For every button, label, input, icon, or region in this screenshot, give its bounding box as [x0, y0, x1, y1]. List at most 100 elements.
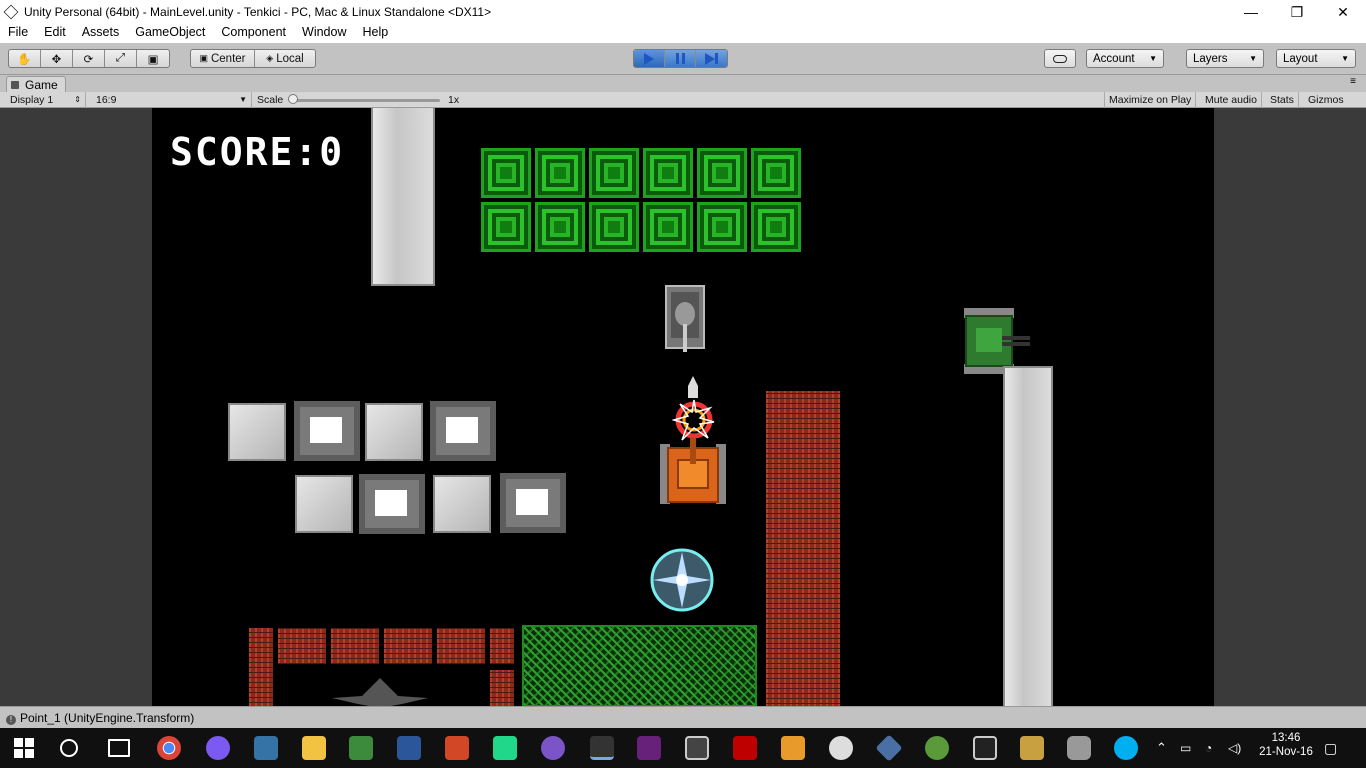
- task-view-icon[interactable]: [108, 739, 130, 757]
- chevron-down-icon: ▼: [1341, 54, 1349, 63]
- game-canvas[interactable]: SCORE:0: [152, 108, 1214, 706]
- step-button[interactable]: [696, 50, 727, 67]
- chevron-down-icon: ▼: [1249, 54, 1257, 63]
- skype-icon[interactable]: [1114, 736, 1138, 760]
- pycharm-icon[interactable]: [493, 736, 517, 760]
- pivot-center-button[interactable]: ▣ Center: [191, 50, 255, 67]
- move-tool-icon[interactable]: ✥: [41, 50, 73, 67]
- step-icon: [705, 52, 715, 65]
- aspect-dropdown[interactable]: 16:9 ▼: [92, 92, 252, 108]
- cloud-button[interactable]: [1044, 49, 1076, 68]
- terminal-icon[interactable]: [973, 736, 997, 760]
- menu-edit[interactable]: Edit: [36, 24, 74, 43]
- clock[interactable]: 13:46 21-Nov-16: [1252, 728, 1320, 768]
- scale-slider-track[interactable]: [292, 99, 440, 102]
- database-icon[interactable]: [1067, 736, 1091, 760]
- snipping-tool-icon[interactable]: [829, 736, 853, 760]
- battery-icon[interactable]: ▭: [1180, 728, 1191, 768]
- notifications-icon[interactable]: ▢: [1324, 728, 1337, 768]
- eagle-base: [332, 678, 428, 706]
- steel-block: [433, 475, 491, 533]
- visual-studio-icon[interactable]: [637, 736, 661, 760]
- sublime-icon[interactable]: [781, 736, 805, 760]
- file-explorer-icon[interactable]: [302, 736, 326, 760]
- menu-file[interactable]: File: [0, 24, 36, 43]
- mute-audio-toggle[interactable]: Mute audio: [1201, 92, 1262, 108]
- stats-toggle[interactable]: Stats: [1266, 92, 1299, 108]
- steel-wall: [1003, 366, 1053, 706]
- player-tank-orange: [660, 438, 726, 504]
- maximize-on-play-toggle[interactable]: Maximize on Play: [1104, 92, 1197, 108]
- pause-icon: [675, 53, 679, 64]
- menu-window[interactable]: Window: [294, 24, 354, 43]
- green-crate: [535, 202, 585, 252]
- green-crate: [481, 202, 531, 252]
- close-button[interactable]: ✕: [1320, 4, 1366, 21]
- green-crate: [751, 202, 801, 252]
- maximize-button[interactable]: ❐: [1274, 4, 1320, 21]
- hand-tool-icon[interactable]: ✋: [9, 50, 41, 67]
- pivot-icon: ▣: [199, 53, 208, 63]
- window-titlebar: Unity Personal (64bit) - MainLevel.unity…: [0, 0, 1366, 24]
- scale-label: Scale: [257, 94, 284, 106]
- tools-icon[interactable]: [1020, 736, 1044, 760]
- python-icon[interactable]: [254, 736, 278, 760]
- torrent-icon[interactable]: [206, 736, 230, 760]
- steel-wall: [371, 108, 435, 286]
- scale-tool-icon[interactable]: ⤢: [105, 50, 137, 67]
- chrome-icon[interactable]: [157, 736, 181, 760]
- volume-icon[interactable]: ◁): [1228, 728, 1241, 768]
- gizmos-dropdown[interactable]: Gizmos: [1304, 92, 1348, 108]
- info-icon: !: [6, 715, 16, 725]
- android-studio-icon[interactable]: [925, 736, 949, 760]
- green-crate: [535, 148, 585, 198]
- account-label: Account: [1093, 52, 1135, 65]
- wifi-icon[interactable]: ◔: [1205, 728, 1212, 768]
- tray-chevron-icon[interactable]: ⌃: [1156, 728, 1167, 768]
- tab-game[interactable]: Game: [6, 76, 66, 92]
- app-icon[interactable]: [875, 734, 903, 762]
- display-dropdown[interactable]: Display 1 ⇕: [6, 92, 86, 108]
- game-viewport[interactable]: SCORE:0: [0, 108, 1366, 706]
- layout-dropdown[interactable]: Layout ▼: [1276, 49, 1356, 68]
- scale-slider-handle[interactable]: [288, 94, 298, 104]
- minimize-button[interactable]: —: [1228, 4, 1274, 20]
- menu-component[interactable]: Component: [213, 24, 294, 43]
- menu-help[interactable]: Help: [354, 24, 396, 43]
- powerpoint-icon[interactable]: [445, 736, 469, 760]
- play-button[interactable]: [634, 50, 665, 67]
- panel-menu-icon[interactable]: ≡: [1350, 76, 1356, 87]
- brick-wall: [384, 628, 432, 664]
- menu-assets[interactable]: Assets: [74, 24, 128, 43]
- clock-time: 13:46: [1271, 732, 1301, 744]
- score-label: SCORE:0: [170, 130, 345, 174]
- search-icon[interactable]: [60, 739, 78, 757]
- pause-button[interactable]: [665, 50, 696, 67]
- brick-wall: [249, 628, 273, 706]
- pivot-toggles: ▣ Center ◈ Local: [190, 49, 316, 68]
- green-crate: [751, 148, 801, 198]
- green-crate: [481, 148, 531, 198]
- video-player-icon[interactable]: [685, 736, 709, 760]
- playmode-controls: [633, 49, 728, 68]
- word-icon[interactable]: [397, 736, 421, 760]
- unity-taskbar-icon[interactable]: [590, 736, 614, 760]
- unity-logo-icon: [3, 4, 19, 20]
- space-local-button[interactable]: ◈ Local: [255, 50, 315, 67]
- app-icon[interactable]: [541, 736, 565, 760]
- menu-gameobject[interactable]: GameObject: [127, 24, 213, 43]
- green-crate: [589, 148, 639, 198]
- rect-tool-icon[interactable]: ▣: [137, 50, 169, 67]
- windows-start-icon[interactable]: [12, 736, 36, 760]
- bullet: [688, 376, 698, 398]
- rotate-tool-icon[interactable]: ⟳: [73, 50, 105, 67]
- cube-icon: ◈: [266, 53, 274, 63]
- clock-date: 21-Nov-16: [1259, 746, 1313, 758]
- layers-dropdown[interactable]: Layers ▼: [1186, 49, 1264, 68]
- account-dropdown[interactable]: Account ▼: [1086, 49, 1164, 68]
- brick-wall: [278, 628, 326, 664]
- notepad-icon[interactable]: [349, 736, 373, 760]
- filezilla-icon[interactable]: [733, 736, 757, 760]
- layers-label: Layers: [1193, 52, 1228, 65]
- menu-bar: File Edit Assets GameObject Component Wi…: [0, 24, 1366, 43]
